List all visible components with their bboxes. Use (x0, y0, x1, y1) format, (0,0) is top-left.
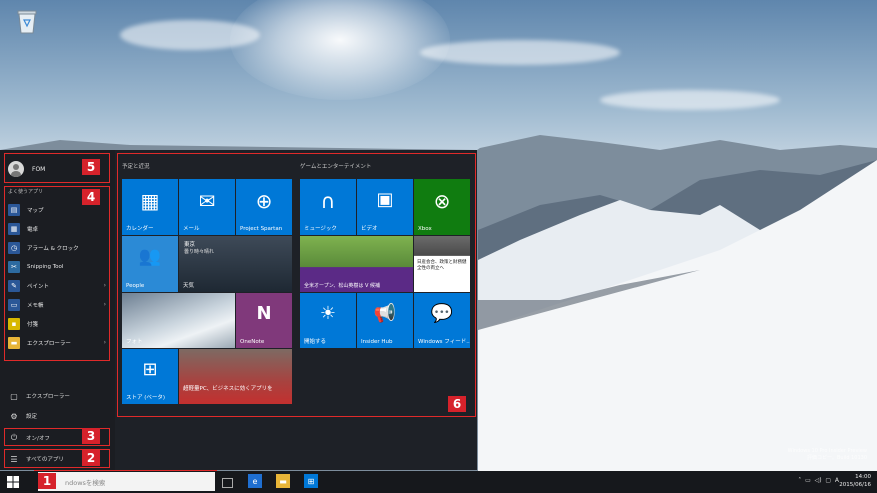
task-view-icon[interactable] (222, 478, 233, 488)
volume-icon[interactable]: ◁) (815, 477, 822, 484)
explorer-label: エクスプローラー (26, 394, 70, 400)
clock-date: 2015/06/16 (839, 482, 871, 488)
chevron-up-icon[interactable]: ˄ (798, 477, 801, 484)
badge-5: 5 (82, 159, 100, 175)
recycle-bin-icon[interactable] (14, 6, 40, 36)
badge-2: 2 (82, 450, 100, 466)
settings-label: 設定 (26, 414, 38, 420)
badge-1: 1 (38, 473, 56, 489)
taskbar: ndowsを検索 e ▬ ⊞ ˄ ▭ ◁) ▢ A 14:00 2015/06/… (0, 471, 877, 493)
windows-logo-icon (7, 476, 19, 488)
search-box[interactable]: ndowsを検索 (38, 472, 215, 491)
highlight-most-used (4, 186, 110, 361)
badge-4: 4 (82, 189, 100, 205)
clock[interactable]: 14:00 2015/06/16 (839, 473, 871, 489)
badge-3: 3 (82, 428, 100, 444)
watermark-line: 評価コピー。Build 10130 (807, 455, 867, 461)
start-button[interactable] (4, 474, 22, 490)
settings-link[interactable]: ⚙ 設定 (8, 408, 37, 424)
store-icon[interactable]: ⊞ (304, 474, 318, 488)
file-explorer-icon[interactable]: ▬ (276, 474, 290, 488)
highlight-tiles (117, 153, 476, 417)
gear-icon: ⚙ (10, 411, 18, 421)
system-tray[interactable]: ˄ ▭ ◁) ▢ A (798, 477, 839, 484)
file-explorer-icon: ▢ (10, 391, 18, 401)
network-icon[interactable]: ▭ (805, 477, 811, 484)
spartan-browser-icon[interactable]: e (248, 474, 262, 488)
search-placeholder: ndowsを検索 (65, 479, 106, 487)
explorer-link[interactable]: ▢ エクスプローラー (8, 388, 70, 404)
watermark: Windows 10 Pro Insider Preview 評価コピー。Bui… (788, 448, 867, 462)
message-icon[interactable]: ▢ (825, 477, 831, 484)
clock-time: 14:00 (855, 474, 871, 480)
watermark-line: Windows 10 Pro Insider Preview (787, 448, 867, 454)
badge-6: 6 (448, 396, 466, 412)
